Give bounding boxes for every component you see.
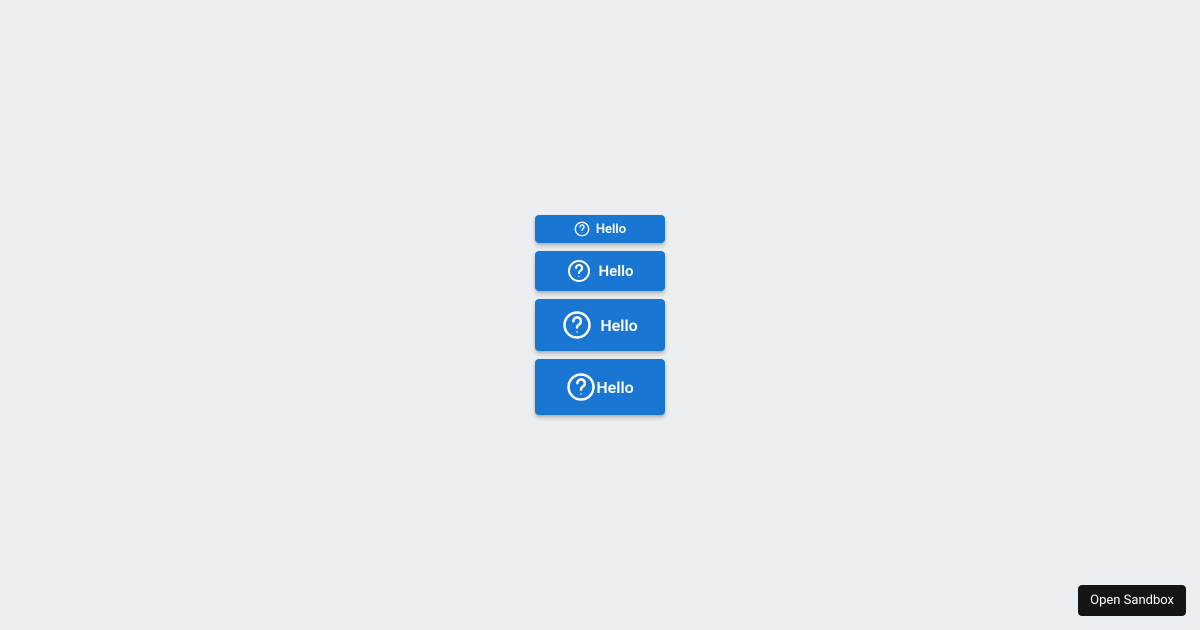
- button-label: Hello: [596, 378, 633, 397]
- hello-button-medium[interactable]: Hello: [535, 251, 665, 291]
- open-sandbox-label: Open Sandbox: [1090, 593, 1174, 608]
- help-circle-icon: [566, 372, 596, 402]
- help-circle-icon: [567, 259, 591, 283]
- button-label: Hello: [596, 222, 626, 237]
- help-circle-icon: [574, 221, 590, 237]
- hello-button-small[interactable]: Hello: [535, 215, 665, 243]
- hello-button-xlarge[interactable]: Hello: [535, 359, 665, 415]
- open-sandbox-button[interactable]: Open Sandbox: [1078, 585, 1186, 616]
- help-circle-icon: [562, 310, 592, 340]
- hello-button-large[interactable]: Hello: [535, 299, 665, 351]
- button-label: Hello: [600, 316, 637, 335]
- button-label: Hello: [599, 262, 634, 280]
- button-stack: Hello Hello Hello: [535, 215, 665, 415]
